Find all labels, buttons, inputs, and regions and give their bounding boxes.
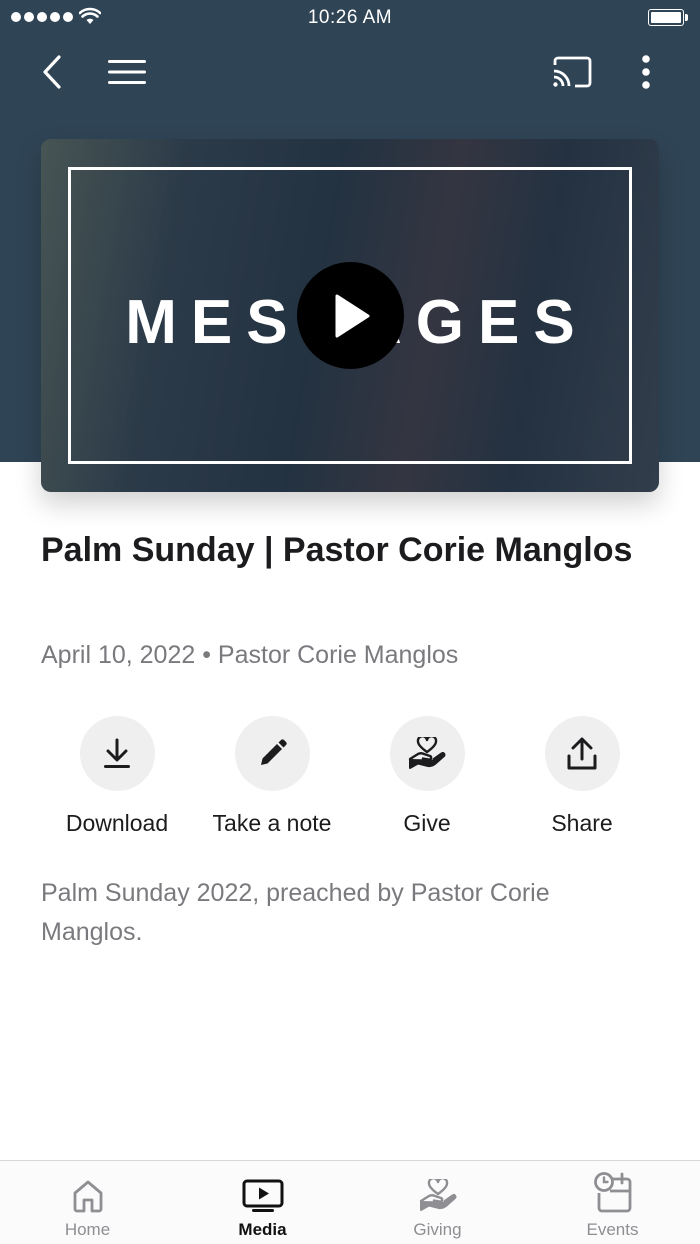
tab-events[interactable]: Events (525, 1161, 700, 1244)
hand-heart-icon (408, 736, 446, 769)
download-button[interactable]: Download (42, 716, 192, 837)
action-row: Download Take a note Give Share (0, 716, 700, 846)
share-icon (567, 737, 597, 769)
give-button[interactable]: Give (352, 716, 502, 837)
navigation-bar (0, 44, 700, 100)
tab-giving-label: Giving (413, 1220, 462, 1239)
take-note-button[interactable]: Take a note (197, 716, 347, 837)
share-label: Share (551, 810, 613, 836)
play-icon (335, 294, 369, 337)
sermon-video-thumbnail[interactable]: MESSAGES (41, 139, 659, 492)
tab-home[interactable]: Home (0, 1161, 175, 1244)
tab-events-label: Events (586, 1220, 639, 1239)
sermon-title: Palm Sunday | Pastor Corie Manglos (41, 531, 633, 569)
download-label: Download (65, 810, 169, 836)
tab-media-label: Media (238, 1220, 287, 1239)
battery-icon (648, 9, 688, 26)
cast-button[interactable] (548, 44, 596, 100)
bottom-tab-bar: Home Media Giving Events (0, 1160, 700, 1244)
menu-button[interactable] (104, 44, 150, 100)
give-button-circle[interactable] (389, 716, 465, 791)
hamburger-icon (108, 60, 146, 84)
tab-home-label: Home (64, 1220, 111, 1239)
status-time: 10:26 AM (307, 7, 393, 28)
status-bar: 10:26 AM (0, 0, 700, 36)
sermon-description: Palm Sunday 2022, preached by Pastor Cor… (41, 879, 550, 946)
chevron-left-icon (43, 55, 61, 89)
more-options-button[interactable] (630, 44, 662, 100)
play-button[interactable] (297, 262, 404, 369)
give-label: Give (403, 810, 451, 836)
more-vertical-icon (642, 55, 650, 89)
tab-media[interactable]: Media (175, 1161, 350, 1244)
tab-giving[interactable]: Giving (350, 1161, 525, 1244)
take-note-button-circle[interactable] (234, 716, 310, 791)
calendar-clock-icon (593, 1172, 631, 1213)
pencil-icon (261, 738, 287, 765)
download-icon (104, 738, 130, 768)
download-button-circle[interactable] (79, 716, 155, 791)
sermon-meta: April 10, 2022 • Pastor Corie Manglos (41, 641, 459, 669)
share-button-circle[interactable] (544, 716, 620, 791)
back-button[interactable] (30, 44, 74, 100)
hand-heart-icon (419, 1179, 457, 1211)
home-icon (73, 1180, 102, 1213)
share-button[interactable]: Share (507, 716, 657, 837)
tv-play-icon (242, 1179, 283, 1212)
take-note-label: Take a note (212, 810, 332, 836)
cast-icon (553, 56, 592, 88)
